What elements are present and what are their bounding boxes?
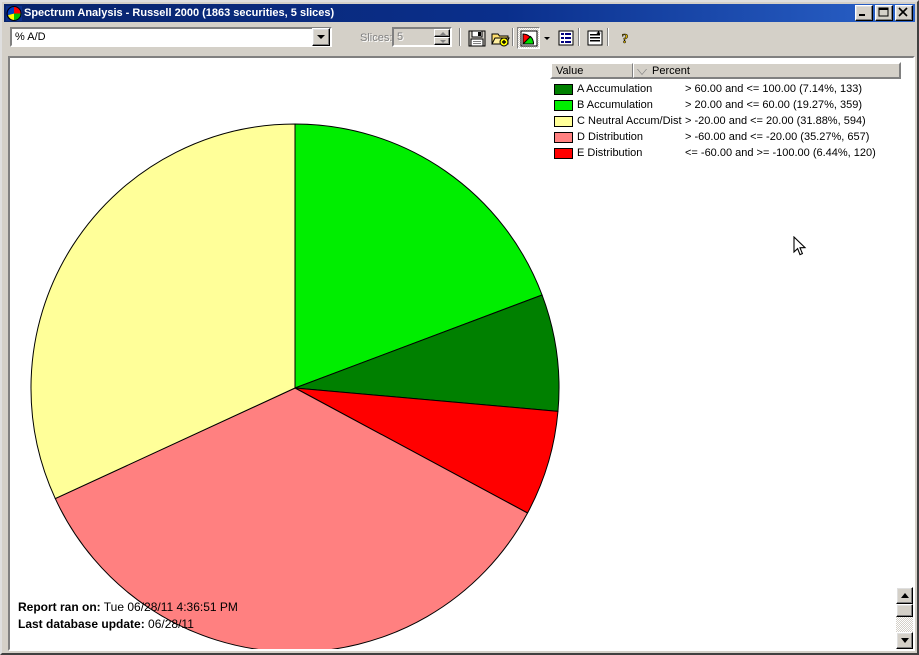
- scroll-down-button[interactable]: [896, 632, 913, 649]
- report-add-icon: [587, 30, 602, 46]
- open-button[interactable]: [489, 27, 512, 49]
- legend-row[interactable]: C Neutral Accum/Dist > -20.00 and <= 20.0…: [550, 113, 901, 129]
- sort-ascending-icon: [636, 65, 648, 76]
- report-canvas: Value Percent A Accumulation > 60.00 and …: [10, 58, 913, 649]
- chart-type-dropdown[interactable]: [540, 27, 553, 49]
- report-client-area: Value Percent A Accumulation > 60.00 and …: [8, 56, 915, 651]
- legend-panel: Value Percent A Accumulation > 60.00 and …: [550, 62, 901, 161]
- legend-column-percent[interactable]: Percent: [633, 63, 900, 78]
- question-mark-icon: ?: [621, 32, 629, 46]
- legend-color-swatch: [554, 147, 573, 159]
- report-ran-line: Report ran on: Tue 06/28/11 4:36:51 PM: [18, 599, 238, 616]
- field-select[interactable]: % A/D: [10, 27, 332, 47]
- slices-stepper[interactable]: 5: [392, 27, 452, 47]
- legend-row-range: > -60.00 and <= -20.00 (35.27%, 657): [685, 131, 870, 143]
- legend-row[interactable]: E Distribution <= -60.00 and >= -100.00 (…: [550, 145, 901, 161]
- report-ran-value: Tue 06/28/11 4:36:51 PM: [103, 600, 238, 614]
- legend-column-percent-label: Percent: [652, 64, 690, 77]
- toolbar-separator: [459, 28, 461, 46]
- legend-row[interactable]: A Accumulation > 60.00 and <= 100.00 (7.1…: [550, 81, 901, 97]
- chevron-down-icon[interactable]: [312, 28, 330, 46]
- scroll-up-button[interactable]: [896, 587, 913, 604]
- legend-row-label: D Distribution: [577, 131, 644, 143]
- toolbar-separator: [607, 28, 609, 46]
- legend-color-swatch: [554, 131, 573, 143]
- db-update-value: 06/28/11: [148, 617, 194, 631]
- toolbar-separator: [512, 28, 514, 46]
- help-button[interactable]: ?: [613, 27, 636, 49]
- window-title: Spectrum Analysis - Russell 2000 (1863 s…: [24, 7, 335, 19]
- field-select-value: % A/D: [15, 31, 46, 43]
- list-icon: [558, 30, 573, 46]
- report-footer: Report ran on: Tue 06/28/11 4:36:51 PM L…: [18, 599, 238, 633]
- db-update-label: Last database update:: [18, 617, 145, 631]
- pie-chart-icon: [6, 5, 22, 21]
- legend-color-swatch: [554, 83, 573, 95]
- chart-type-button[interactable]: [517, 27, 540, 49]
- maximize-button[interactable]: [875, 5, 893, 21]
- minimize-button[interactable]: [855, 5, 873, 21]
- report-ran-label: Report ran on:: [18, 600, 101, 614]
- toolbar-separator: [578, 28, 580, 46]
- window-controls: [855, 5, 914, 21]
- scrollbar-thumb[interactable]: [896, 604, 913, 617]
- spin-up-icon[interactable]: [434, 29, 450, 37]
- floppy-disk-icon: [468, 30, 485, 46]
- legend-row-label: A Accumulation: [577, 83, 653, 95]
- scrollbar-track[interactable]: [896, 617, 913, 632]
- legend-header: Value Percent: [550, 62, 901, 79]
- legend-row-range: > 60.00 and <= 100.00 (7.14%, 133): [685, 83, 863, 95]
- report-button[interactable]: [583, 27, 606, 49]
- legend-row-label: E Distribution: [577, 147, 643, 159]
- pie-chart: [10, 58, 570, 651]
- close-button[interactable]: [895, 5, 913, 21]
- slices-value: 5: [397, 31, 404, 43]
- pie-chart-icon: [520, 30, 537, 46]
- title-bar: Spectrum Analysis - Russell 2000 (1863 s…: [4, 4, 915, 22]
- legend-row[interactable]: B Accumulation > 20.00 and <= 60.00 (19.2…: [550, 97, 901, 113]
- list-view-button[interactable]: [554, 27, 577, 49]
- legend-row-range: > 20.00 and <= 60.00 (19.27%, 359): [685, 99, 863, 111]
- spin-down-icon[interactable]: [434, 37, 450, 45]
- slices-label: Slices:: [360, 32, 393, 44]
- vertical-scrollbar[interactable]: [896, 587, 913, 649]
- legend-list: A Accumulation > 60.00 and <= 100.00 (7.1…: [550, 79, 901, 161]
- legend-row-label: B Accumulation: [577, 99, 653, 111]
- legend-column-value[interactable]: Value: [551, 63, 633, 78]
- folder-add-icon: [491, 33, 510, 46]
- legend-color-swatch: [554, 99, 573, 111]
- svg-text:?: ?: [621, 32, 628, 46]
- pie-chart-svg[interactable]: [10, 58, 570, 651]
- legend-row[interactable]: D Distribution > -60.00 and <= -20.00 (35…: [550, 129, 901, 145]
- toolbar: % A/D Slices: 5 ?: [4, 23, 915, 52]
- save-button[interactable]: [465, 27, 488, 49]
- slices-spin-buttons[interactable]: [434, 29, 450, 45]
- application-window: Spectrum Analysis - Russell 2000 (1863 s…: [0, 0, 919, 655]
- legend-row-label: C Neutral Accum/Dist: [577, 115, 682, 127]
- legend-row-range: > -20.00 and <= 20.00 (31.88%, 594): [685, 115, 866, 127]
- legend-color-swatch: [554, 115, 573, 127]
- legend-row-range: <= -60.00 and >= -100.00 (6.44%, 120): [685, 147, 876, 159]
- db-update-line: Last database update: 06/28/11: [18, 616, 238, 633]
